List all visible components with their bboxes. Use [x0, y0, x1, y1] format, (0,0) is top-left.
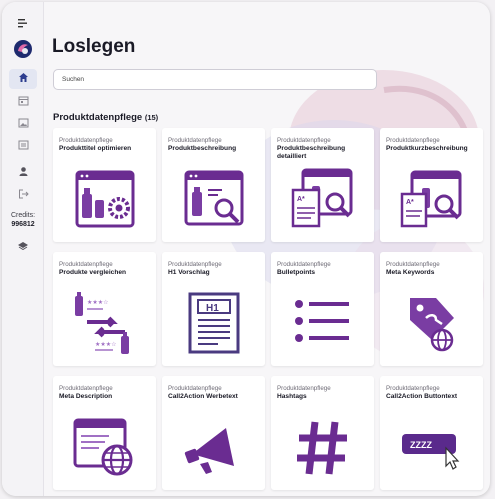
tool-card[interactable]: Produktdatenpflege Meta Description [53, 376, 156, 490]
card-title: Bulletpoints [277, 269, 316, 276]
sidebar-item-document[interactable] [9, 136, 37, 156]
search-input[interactable] [53, 69, 377, 90]
card-title: Produkttitel optimieren [59, 145, 132, 152]
svg-text:A*: A* [406, 199, 414, 206]
card-category: Produktdatenpflege [386, 385, 440, 392]
short-description-icon: A* [400, 170, 462, 228]
detailed-description-icon: A* [291, 168, 353, 228]
tool-card[interactable]: Produktdatenpflege Hashtags [271, 376, 374, 490]
meta-description-icon [73, 418, 133, 476]
bulletpoints-icon [295, 300, 349, 342]
card-category: Produktdatenpflege [277, 385, 331, 392]
product-title-icon [75, 170, 135, 228]
svg-text:A*: A* [297, 196, 305, 203]
svg-text:★★★☆: ★★★☆ [95, 341, 117, 348]
tool-card[interactable]: Produktdatenpflege Call2Action Werbetext [162, 376, 265, 490]
product-description-icon [184, 170, 244, 226]
card-category: Produktdatenpflege [168, 137, 222, 144]
card-category: Produktdatenpflege [277, 137, 331, 144]
tool-card[interactable]: Produktdatenpflege H1 Vorschlag H1 [162, 252, 265, 366]
card-category: Produktdatenpflege [59, 137, 113, 144]
user-icon [18, 164, 29, 182]
document-icon [18, 137, 29, 155]
cta-button-icon: ZZZZ [402, 434, 460, 470]
image-icon [18, 115, 29, 133]
tool-card[interactable]: Produktdatenpflege Produktbeschreibung d… [271, 128, 374, 242]
compare-icon: ★★★☆ ★★★☆ [75, 292, 129, 354]
sidebar-item-image[interactable] [9, 114, 37, 134]
section-heading: Produktdatenpflege (15) [53, 112, 158, 123]
logout-icon [18, 186, 29, 204]
tool-card[interactable]: Produktdatenpflege Call2Action Buttontex… [380, 376, 483, 490]
tool-card[interactable]: Produktdatenpflege Produkte vergleichen … [53, 252, 156, 366]
card-category: Produktdatenpflege [168, 385, 222, 392]
card-category: Produktdatenpflege [386, 137, 440, 144]
stack-icon[interactable] [9, 236, 37, 256]
svg-text:★★★☆: ★★★☆ [87, 299, 109, 306]
card-category: Produktdatenpflege [386, 261, 440, 268]
card-title: Hashtags [277, 393, 307, 400]
card-title: Call2Action Werbetext [168, 393, 238, 400]
credits-display: Credits: 996812 [2, 211, 44, 229]
sidebar: Credits: 996812 [2, 2, 44, 496]
section-count: (15) [144, 113, 159, 122]
megaphone-icon [184, 428, 234, 474]
card-title: Meta Description [59, 393, 113, 400]
card-title: Meta Keywords [386, 269, 435, 276]
tool-card[interactable]: Produktdatenpflege Bulletpoints [271, 252, 374, 366]
card-title: Produkte vergleichen [59, 269, 127, 276]
sidebar-item-home[interactable] [9, 69, 37, 89]
tool-card[interactable]: Produktdatenpflege Produktkurzbeschreibu… [380, 128, 483, 242]
h1-icon: H1 [188, 292, 240, 354]
card-title: Produktbeschreibung [168, 145, 237, 152]
card-title: Produktbeschreibung detailliert [277, 145, 346, 160]
card-category: Produktdatenpflege [59, 261, 113, 268]
keyword-tag-icon [410, 298, 454, 352]
tool-card[interactable]: Produktdatenpflege Produktbeschreibung [162, 128, 265, 242]
sidebar-item-user[interactable] [9, 163, 37, 183]
page-title: Loslegen [52, 36, 136, 57]
svg-text:ZZZZ: ZZZZ [410, 440, 432, 450]
credits-value: 996812 [11, 221, 35, 228]
credits-label: Credits: [10, 212, 36, 219]
card-category: Produktdatenpflege [277, 261, 331, 268]
sidebar-item-logout[interactable] [9, 185, 37, 205]
app-window: Credits: 996812 Loslegen Produktdatenpfl… [2, 2, 490, 496]
card-title: H1 Vorschlag [168, 269, 210, 276]
menu-icon[interactable] [9, 13, 37, 33]
svg-text:H1: H1 [206, 303, 219, 314]
hashtag-icon [297, 421, 347, 475]
calendar-icon [18, 93, 29, 111]
tool-card[interactable]: Produktdatenpflege Meta Keywords [380, 252, 483, 366]
main-content: Loslegen Produktdatenpflege (15) Produkt… [44, 2, 490, 496]
card-title: Produktkurzbeschreibung [386, 145, 468, 152]
logo-icon[interactable] [9, 37, 37, 61]
card-category: Produktdatenpflege [168, 261, 222, 268]
tool-card[interactable]: Produktdatenpflege Produkttitel optimier… [53, 128, 156, 242]
home-icon [18, 70, 29, 88]
card-title: Call2Action Buttontext [386, 393, 458, 400]
card-category: Produktdatenpflege [59, 385, 113, 392]
sidebar-item-calendar[interactable] [9, 92, 37, 112]
section-title: Produktdatenpflege [53, 112, 143, 123]
